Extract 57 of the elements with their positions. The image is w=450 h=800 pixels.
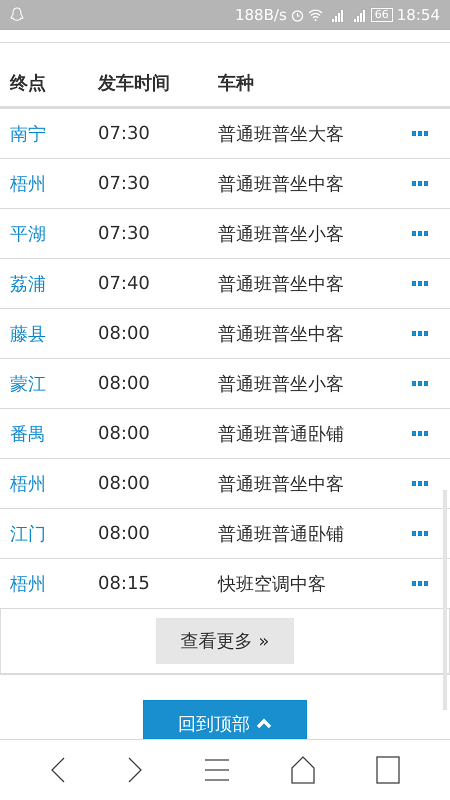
table-cell-text: 普通班普坐小客 — [218, 372, 345, 396]
table-cell-text: 08:00 — [98, 323, 151, 344]
menu-icon[interactable] — [204, 759, 230, 781]
table-cell-text: 08:00 — [98, 523, 151, 544]
more-icon[interactable] — [412, 531, 428, 536]
table-cell-text: 07:30 — [98, 173, 151, 194]
table-cell-text: 普通班普坐中客 — [218, 172, 345, 196]
table-cell-text: 08:00 — [98, 473, 151, 494]
destination-link[interactable]: 荔浦 — [0, 272, 98, 296]
column-header: 终点 — [8, 72, 47, 94]
table-cell-text: 快班空调中客 — [218, 572, 327, 596]
table-cell-text: 普通班普通卧铺 — [218, 422, 345, 446]
table-cell-text: 08:00 — [98, 423, 151, 444]
more-icon[interactable] — [412, 431, 428, 436]
table-cell-text: 08:00 — [98, 373, 151, 394]
column-header: 发车时间 — [98, 72, 171, 94]
destination-link[interactable]: 梧州 — [0, 572, 98, 596]
more-icon[interactable] — [412, 481, 428, 486]
table-cell-text: 普通班普坐中客 — [218, 472, 345, 496]
network-speed: 188B/s — [234, 6, 287, 24]
penguin-icon — [10, 7, 24, 23]
back-to-top-button[interactable]: 回到顶部 — [143, 700, 307, 740]
table-cell-text: 07:30 — [98, 223, 151, 244]
more-icon[interactable] — [412, 381, 428, 386]
more-icon[interactable] — [412, 231, 428, 236]
more-icon[interactable] — [412, 331, 428, 336]
destination-link[interactable]: 梧州 — [0, 472, 98, 496]
destination-link[interactable]: 南宁 — [0, 122, 98, 146]
clock-time: 18:54 — [396, 6, 440, 24]
table-cell-text: 普通班普坐中客 — [218, 272, 345, 296]
forward-icon[interactable] — [127, 757, 144, 783]
chevron-up-icon — [256, 718, 272, 729]
table-cell-text: 07:30 — [98, 123, 151, 144]
table-cell-text: 07:40 — [98, 273, 151, 294]
destination-link[interactable]: 平湖 — [0, 222, 98, 246]
table-cell-text: 08:15 — [98, 573, 151, 594]
alarm-icon — [290, 8, 304, 22]
more-button[interactable]: 查看更多 » — [156, 618, 294, 664]
home-icon[interactable] — [290, 756, 315, 784]
destination-link[interactable]: 江门 — [0, 522, 98, 546]
back-icon[interactable] — [50, 757, 66, 783]
tabs-icon[interactable] — [376, 756, 400, 784]
battery-indicator: 66 — [370, 8, 393, 22]
table-cell-text: 普通班普坐小客 — [218, 222, 345, 246]
more-icon[interactable] — [412, 181, 428, 186]
table-cell-text: 普通班普通卧铺 — [218, 522, 345, 546]
table-cell-text: 普通班普坐大客 — [218, 122, 345, 146]
column-header: 车种 — [218, 72, 255, 94]
destination-link[interactable]: 梧州 — [0, 172, 98, 196]
destination-link[interactable]: 蒙江 — [0, 372, 98, 396]
table-cell-text: 普通班普坐中客 — [218, 322, 345, 346]
more-icon[interactable] — [412, 281, 428, 286]
destination-link[interactable]: 番禺 — [0, 422, 98, 446]
more-icon[interactable] — [412, 131, 428, 136]
wifi-icon — [308, 9, 323, 21]
destination-link[interactable]: 藤县 — [0, 322, 98, 346]
more-icon[interactable] — [412, 581, 428, 586]
